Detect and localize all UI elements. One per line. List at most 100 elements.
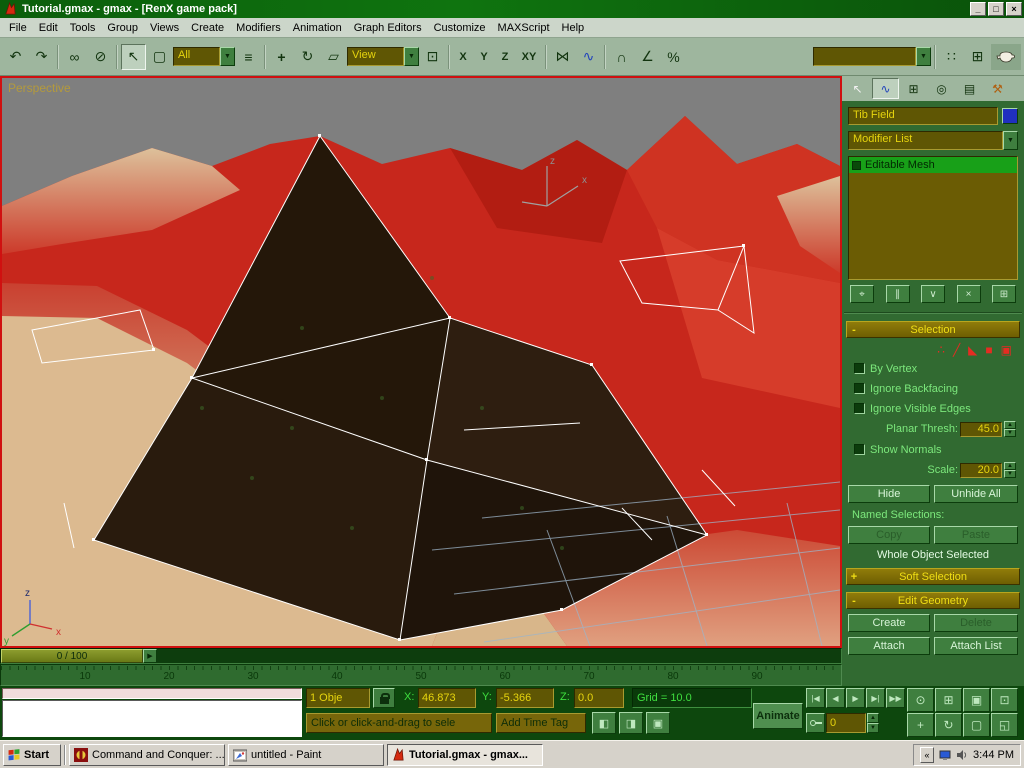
edge-mode-icon[interactable]: ╱ [953,343,960,357]
by-vertex-checkbox[interactable] [854,363,865,374]
volume-tray-icon[interactable] [956,749,968,761]
create-button[interactable]: Create [848,614,930,632]
show-normals-checkbox[interactable] [854,444,865,455]
menu-item-modifiers[interactable]: Modifiers [230,20,287,36]
pin-stack-button[interactable]: ⌖ [850,285,874,303]
scale-spinner[interactable]: ▲▼ [1004,462,1016,478]
chevron-down-icon[interactable]: ▼ [220,47,235,66]
scale-input[interactable]: 20.0 [960,463,1002,478]
menu-item-graph-editors[interactable]: Graph Editors [348,20,428,36]
timeline-ruler[interactable]: 10 20 30 40 50 60 70 80 90 [0,664,842,686]
x-constraint-button[interactable]: X [453,46,473,68]
tab-display[interactable]: ▤ [956,78,983,99]
rollout-selection[interactable]: - Selection [846,321,1020,338]
redo-button[interactable]: ↷ [29,44,54,70]
task-gmax[interactable]: Tutorial.gmax - gmax... [387,744,543,766]
planar-thresh-spinner[interactable]: ▲▼ [1004,421,1016,437]
hide-button[interactable]: Hide [848,485,930,503]
chevron-down-icon[interactable]: ▼ [404,47,419,66]
snap-toggle-button[interactable]: ∩ [609,44,634,70]
spinner-down-icon[interactable]: ▼ [1004,470,1016,478]
tab-modify[interactable]: ∿ [872,78,899,99]
schematic-view-button[interactable]: ⊞ [965,44,990,70]
maxscript-listener-box[interactable] [2,700,302,737]
unhide-all-button[interactable]: Unhide All [934,485,1018,503]
scale-button[interactable]: ▱ [321,44,346,70]
show-end-result-button[interactable]: ∥ [886,285,910,303]
ignore-visible-edges-checkbox[interactable] [854,403,865,414]
add-time-tag-button[interactable]: Add Time Tag [496,713,586,733]
delete-button[interactable]: Delete [934,614,1018,632]
time-slider-next-button[interactable]: ▶ [143,649,157,663]
polygon-mode-icon[interactable]: ■ [985,343,992,357]
start-button[interactable]: Start [3,744,61,766]
y-coordinate-field[interactable]: -5.366 [496,688,554,708]
attach-list-button[interactable]: Attach List [934,637,1018,655]
vertex-mode-icon[interactable]: ∴ [937,343,945,357]
clock[interactable]: 3:44 PM [973,749,1014,761]
degradation-override-button[interactable]: ◧ [592,712,616,734]
make-unique-button[interactable]: ∨ [921,285,945,303]
task-command-and-conquer[interactable]: Command and Conquer: ... [69,744,225,766]
maxscript-listener-line[interactable] [2,688,302,699]
attach-button[interactable]: Attach [848,637,930,655]
curve-editor-button[interactable]: ∿ [576,44,601,70]
next-frame-button[interactable]: ▶| [866,688,885,708]
array-button[interactable]: ∷ [939,44,964,70]
arc-rotate-button[interactable]: ↻ [935,713,962,737]
menu-item-file[interactable]: File [3,20,33,36]
angle-snap-button[interactable]: ∠ [635,44,660,70]
selection-filter-dropdown[interactable]: All ▼ [173,47,235,66]
undo-button[interactable]: ↶ [3,44,28,70]
menu-item-customize[interactable]: Customize [428,20,492,36]
selection-lock-button[interactable] [373,688,395,708]
menu-item-edit[interactable]: Edit [33,20,64,36]
element-mode-icon[interactable]: ▣ [1001,343,1012,357]
animate-button[interactable]: Animate [753,703,803,729]
face-mode-icon[interactable]: ◣ [968,343,977,357]
object-name-field[interactable]: Tib Field [848,107,998,125]
rollout-edit-geometry[interactable]: - Edit Geometry [846,592,1020,609]
configure-modifier-sets-button[interactable]: ⊞ [992,285,1016,303]
min-max-toggle-button[interactable]: ◱ [991,713,1018,737]
tab-motion[interactable]: ◎ [928,78,955,99]
spinner-up-icon[interactable]: ▲ [867,713,879,723]
chevron-down-icon[interactable]: ▼ [916,47,931,66]
use-center-button[interactable]: ⊡ [420,44,445,70]
tab-create[interactable]: ↖ [844,78,871,99]
previous-frame-button[interactable]: ◀ [826,688,845,708]
menu-item-views[interactable]: Views [144,20,185,36]
reference-coordinate-dropdown[interactable]: View ▼ [347,47,419,66]
perspective-viewport[interactable]: Perspective [0,76,842,648]
x-coordinate-field[interactable]: 46.873 [418,688,476,708]
go-to-end-button[interactable]: ▶▶ [886,688,905,708]
menu-item-tools[interactable]: Tools [64,20,102,36]
spinner-down-icon[interactable]: ▼ [1004,429,1016,437]
region-select-button[interactable]: ▢ [147,44,172,70]
rollout-soft-selection[interactable]: + Soft Selection [846,568,1020,585]
select-object-button[interactable]: ↖ [121,44,146,70]
z-coordinate-field[interactable]: 0.0 [574,688,624,708]
ignore-backfacing-checkbox[interactable] [854,383,865,394]
time-slider-track[interactable]: 0 / 100 ▶ [0,648,842,664]
menu-item-animation[interactable]: Animation [287,20,348,36]
move-button[interactable]: + [269,44,294,70]
title-bar[interactable]: Tutorial.gmax - gmax - [RenX game pack] … [0,0,1024,18]
mirror-button[interactable]: ⋈ [550,44,575,70]
close-button[interactable]: × [1006,2,1022,16]
zoom-extents-button[interactable]: ▣ [963,688,990,712]
viewport-3d-scene[interactable]: z x z y x [2,78,840,646]
time-slider-thumb[interactable]: 0 / 100 [1,649,143,663]
tray-chevron-button[interactable]: « [920,747,934,763]
key-mode-button[interactable] [806,713,825,733]
unlink-button[interactable]: ⊘ [88,44,113,70]
copy-button[interactable]: Copy [848,526,930,544]
object-color-swatch[interactable] [1002,108,1018,124]
task-paint[interactable]: untitled - Paint [228,744,384,766]
planar-thresh-input[interactable]: 45.0 [960,422,1002,437]
minimize-button[interactable]: _ [970,2,986,16]
select-by-name-button[interactable]: ≡ [236,44,261,70]
pan-button[interactable]: + [907,713,934,737]
menu-item-help[interactable]: Help [556,20,591,36]
rotate-button[interactable]: ↻ [295,44,320,70]
